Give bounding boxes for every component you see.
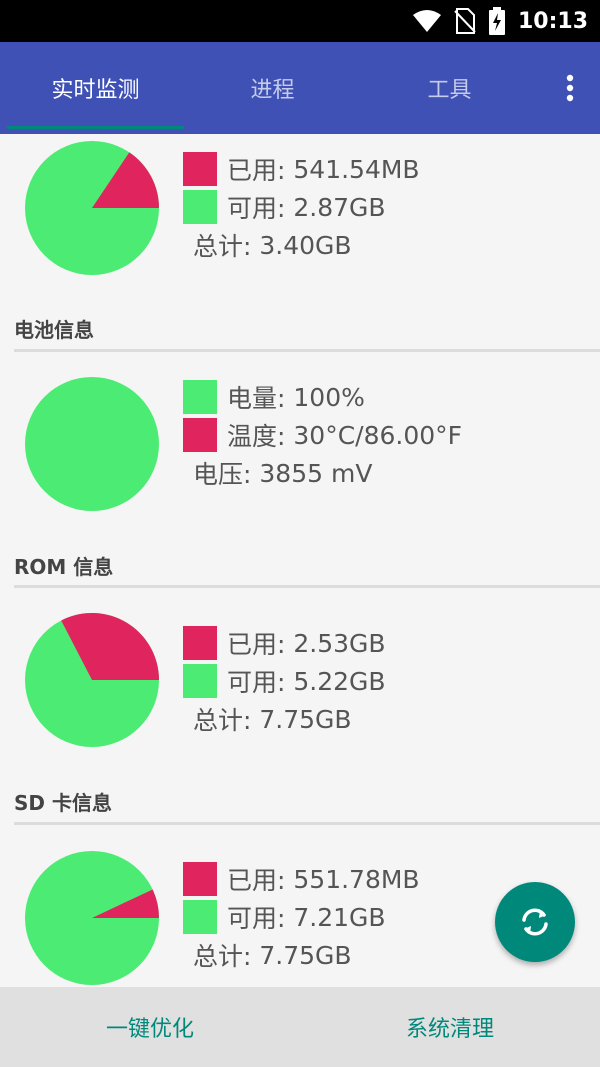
free-swatch	[183, 664, 217, 698]
used-swatch	[183, 626, 217, 660]
sd-total-value: 7.75GB	[259, 940, 352, 970]
sd-total-row: 总计: 7.75GB	[193, 938, 352, 972]
rom-used-value: 2.53GB	[293, 628, 386, 658]
rom-free-value: 5.22GB	[293, 666, 386, 696]
sd-section-title: SD 卡信息	[14, 791, 112, 815]
divider	[14, 585, 600, 588]
battery-charging-icon	[488, 7, 505, 35]
memory-used-value: 541.54MB	[293, 154, 420, 184]
battery-card: 电量: 100% 温度: 30°C/86.00°F 电压: 3855 mV	[0, 370, 600, 520]
sd-free-label: 可用:	[227, 904, 286, 933]
used-swatch	[183, 862, 217, 896]
bottom-action-bar: 一键优化 系统清理	[0, 987, 600, 1067]
battery-pie-chart	[25, 377, 159, 511]
app-bar: 实时监测 进程 工具	[0, 42, 600, 134]
rom-total-row: 总计: 7.75GB	[193, 702, 352, 736]
sd-pie-chart	[25, 851, 159, 985]
free-swatch	[183, 190, 217, 224]
memory-total-value: 3.40GB	[259, 230, 352, 260]
more-vert-icon	[566, 74, 574, 102]
rom-section-title: ROM 信息	[14, 555, 114, 579]
memory-free-label: 可用:	[227, 194, 286, 223]
battery-temp-value: 30°C/86.00°F	[293, 420, 463, 450]
rom-used-row: 已用: 2.53GB	[183, 626, 386, 660]
sd-used-label: 已用:	[227, 866, 286, 895]
free-swatch	[183, 900, 217, 934]
memory-used-row: 已用: 541.54MB	[183, 152, 420, 186]
rom-free-row: 可用: 5.22GB	[183, 664, 386, 698]
sd-free-value: 7.21GB	[293, 902, 386, 932]
sd-free-row: 可用: 7.21GB	[183, 900, 386, 934]
battery-level-label: 电量:	[227, 384, 286, 413]
battery-voltage-row: 电压: 3855 mV	[193, 456, 372, 490]
refresh-icon	[522, 908, 548, 936]
status-icons: 10:13	[412, 0, 588, 42]
memory-used-label: 已用:	[227, 156, 286, 185]
rom-free-label: 可用:	[227, 668, 286, 697]
memory-total-label: 总计:	[193, 232, 252, 261]
sd-used-value: 551.78MB	[293, 864, 420, 894]
refresh-button[interactable]	[495, 882, 575, 962]
status-time: 10:13	[517, 8, 588, 34]
memory-card: 已用: 541.54MB 可用: 2.87GB 总计: 3.40GB	[0, 134, 600, 294]
battery-voltage-label: 电压:	[193, 460, 252, 489]
memory-free-row: 可用: 2.87GB	[183, 190, 386, 224]
battery-pie-level	[25, 377, 159, 511]
tab-realtime-monitor[interactable]: 实时监测	[7, 42, 184, 134]
tab-process[interactable]: 进程	[184, 42, 361, 134]
divider	[14, 822, 600, 825]
divider	[14, 349, 600, 352]
temp-swatch	[183, 418, 217, 452]
no-sim-icon	[454, 8, 476, 34]
battery-voltage-value: 3855 mV	[259, 458, 373, 488]
monitor-content[interactable]: 已用: 541.54MB 可用: 2.87GB 总计: 3.40GB 电池信息 …	[0, 134, 600, 987]
rom-total-value: 7.75GB	[259, 704, 352, 734]
level-swatch	[183, 380, 217, 414]
sd-used-row: 已用: 551.78MB	[183, 862, 420, 896]
sd-total-label: 总计:	[193, 942, 252, 971]
memory-free-value: 2.87GB	[293, 192, 386, 222]
system-clean-button[interactable]: 系统清理	[300, 987, 600, 1067]
wifi-icon	[412, 10, 441, 32]
battery-temp-row: 温度: 30°C/86.00°F	[183, 418, 462, 452]
rom-pie-chart	[25, 612, 159, 747]
used-swatch	[183, 152, 217, 186]
tab-tools[interactable]: 工具	[361, 42, 538, 134]
one-key-optimize-button[interactable]: 一键优化	[0, 987, 300, 1067]
memory-pie-chart	[25, 141, 159, 275]
rom-total-label: 总计:	[193, 706, 252, 735]
status-bar: 10:13	[0, 0, 600, 42]
rom-used-label: 已用:	[227, 630, 286, 659]
battery-section-title: 电池信息	[14, 318, 94, 342]
memory-total-row: 总计: 3.40GB	[193, 228, 352, 262]
rom-card: 已用: 2.53GB 可用: 5.22GB 总计: 7.75GB	[0, 606, 600, 756]
tab-indicator	[7, 126, 184, 129]
battery-level-row: 电量: 100%	[183, 380, 365, 414]
battery-level-value: 100%	[293, 382, 365, 412]
overflow-menu-button[interactable]	[550, 64, 590, 112]
battery-temp-label: 温度:	[227, 422, 286, 451]
